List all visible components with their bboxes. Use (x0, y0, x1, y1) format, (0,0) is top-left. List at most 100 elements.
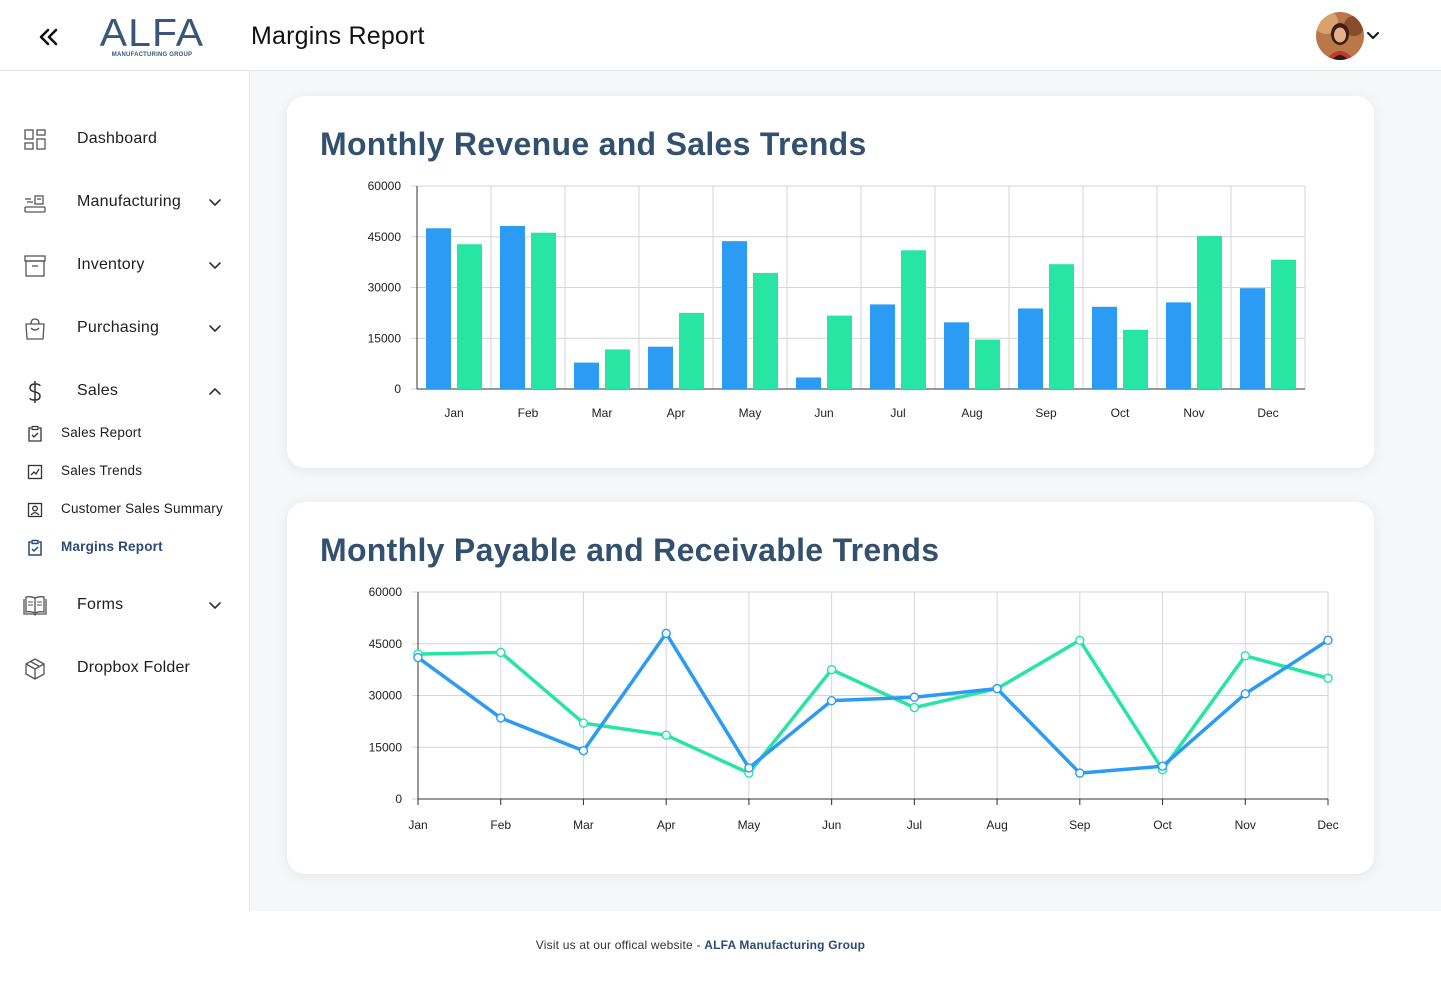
data-point-sep-series-1 (1075, 768, 1085, 778)
book-icon (23, 596, 47, 616)
bar-aug-series-2 (975, 339, 1000, 389)
avatar-image (1316, 12, 1364, 60)
user-card-icon (27, 502, 43, 518)
footer-text: Visit us at our offical website - ALFA M… (0, 938, 1401, 952)
footer: Visit us at our offical website - ALFA M… (0, 911, 1441, 981)
bar-nov-series-1 (1166, 302, 1191, 389)
archive-box-icon (24, 255, 46, 277)
x-tick-label: Aug (961, 406, 982, 420)
bar-oct-series-2 (1123, 329, 1148, 389)
x-tick-label: Aug (986, 818, 1007, 832)
bar-feb-series-1 (500, 225, 525, 389)
bar-mar-series-1 (574, 362, 599, 389)
sidebar-item-inventory[interactable]: Inventory (0, 244, 249, 288)
sidebar-item-manufacturing[interactable]: Manufacturing (0, 181, 249, 225)
chevron-up-icon[interactable] (208, 386, 222, 398)
sidebar-subitem-sales-trends[interactable]: Sales Trends (0, 456, 249, 486)
sidebar-item-label: Dropbox Folder (77, 659, 191, 676)
y-tick-label: 0 (394, 382, 401, 396)
data-point-dec-series-1 (1323, 635, 1333, 646)
bar-feb-series-2 (531, 232, 556, 389)
data-point-jul-series-2 (909, 702, 920, 713)
sidebar-subitem-customer-sales-summary[interactable]: Customer Sales Summary (0, 494, 249, 524)
bar-jan-series-2 (457, 244, 482, 389)
series-line-2 (417, 638, 1329, 775)
data-point-mar-series-2 (578, 718, 589, 728)
sidebar-subitem-label: Margins Report (61, 539, 163, 554)
sidebar-subitem-sales-report[interactable]: Sales Report (0, 418, 249, 448)
manufacturing-icon (24, 195, 46, 213)
bar-dec-series-1 (1240, 288, 1265, 389)
sidebar-item-dropbox-folder[interactable]: Dropbox Folder (0, 647, 249, 691)
sidebar-item-dashboard[interactable]: Dashboard (0, 118, 249, 162)
sidebar-item-forms[interactable]: Forms (0, 584, 249, 628)
data-point-feb-series-1 (496, 713, 506, 723)
logo-subtext: MANUFACTURING GROUP (111, 52, 193, 58)
alfa-logo[interactable]: ALFA MANUFACTURING GROUP (100, 14, 204, 62)
data-point-aug-series-1 (992, 683, 1002, 694)
x-tick-label: Dec (1317, 818, 1338, 832)
y-tick-label: 60000 (368, 179, 402, 193)
x-tick-label: Mar (573, 818, 594, 832)
data-point-feb-series-2 (496, 647, 506, 658)
x-tick-label: Apr (657, 818, 676, 832)
bar-oct-series-1 (1092, 306, 1117, 389)
x-tick-label: Jul (890, 406, 905, 420)
payable-line-chart: 0 15000 30000 45000 60000 Jan Feb Mar Apr May Jun J… (369, 585, 1339, 832)
x-tick-label: Mar (592, 406, 613, 420)
package-icon (25, 658, 45, 680)
top-header: ALFA MANUFACTURING GROUP Margins Report (0, 0, 1441, 71)
chevron-down-icon[interactable] (208, 323, 222, 335)
collapse-sidebar-icon[interactable] (36, 24, 62, 50)
data-point-apr-series-2 (661, 730, 671, 740)
bar-may-series-1 (722, 241, 747, 389)
x-tick-label: Jan (408, 818, 427, 832)
y-tick-label: 60000 (369, 585, 403, 599)
data-point-may-series-1 (744, 763, 754, 773)
chevron-down-icon[interactable] (208, 600, 222, 612)
sidebar-subitem-label: Sales Trends (61, 463, 143, 478)
footer-prefix: Visit us at our offical website - (535, 938, 705, 952)
y-tick-label: 15000 (368, 331, 402, 345)
user-avatar[interactable] (1316, 12, 1364, 60)
data-point-apr-series-1 (661, 628, 671, 639)
sidebar-item-sales[interactable]: Sales (0, 370, 249, 414)
y-tick-label: 45000 (369, 637, 403, 651)
bar-sep-series-1 (1018, 308, 1043, 389)
y-tick-label: 45000 (368, 230, 402, 244)
x-tick-label: Feb (518, 406, 539, 420)
dollar-icon (29, 381, 41, 403)
data-point-jun-series-2 (826, 664, 837, 675)
footer-website-link[interactable]: ALFA Manufacturing Group (704, 938, 865, 952)
x-tick-label: May (739, 406, 762, 420)
data-point-jan-series-1 (413, 652, 423, 663)
bar-may-series-2 (753, 272, 778, 389)
data-point-dec-series-2 (1323, 673, 1333, 683)
data-point-nov-series-1 (1240, 689, 1250, 699)
sidebar-item-label: Purchasing (77, 319, 160, 336)
revenue-bar-chart: 0 15000 30000 45000 60000 Jan Feb Mar Apr May Jun J… (368, 179, 1306, 420)
sidebar-item-purchasing[interactable]: Purchasing (0, 307, 249, 351)
x-tick-label: Dec (1257, 406, 1278, 420)
sidebar-item-label: Forms (77, 596, 124, 613)
data-point-jul-series-1 (909, 692, 920, 702)
data-point-sep-series-2 (1075, 635, 1085, 646)
sidebar-item-label: Inventory (77, 256, 145, 273)
page-title: Margins Report (251, 22, 425, 50)
payable-chart-card: Monthly Payable and Receivable Trends 01… (287, 502, 1374, 874)
bar-apr-series-1 (648, 346, 673, 389)
series-line-1 (416, 631, 1329, 775)
bar-sep-series-2 (1049, 264, 1074, 389)
logo-text: ALFA (99, 12, 205, 55)
bar-jan-series-1 (426, 228, 451, 389)
trend-chart-icon (27, 464, 43, 480)
chevron-down-icon[interactable] (208, 197, 222, 209)
chevron-down-icon[interactable] (208, 260, 222, 272)
data-point-nov-series-2 (1240, 651, 1250, 661)
chevron-down-icon[interactable] (1366, 29, 1380, 43)
sidebar-subitem-label: Sales Report (61, 425, 142, 440)
bar-jul-series-2 (901, 250, 926, 389)
x-tick-label: Feb (490, 818, 511, 832)
sidebar-subitem-margins-report[interactable]: Margins Report (0, 532, 249, 562)
x-tick-label: Jun (814, 406, 833, 420)
